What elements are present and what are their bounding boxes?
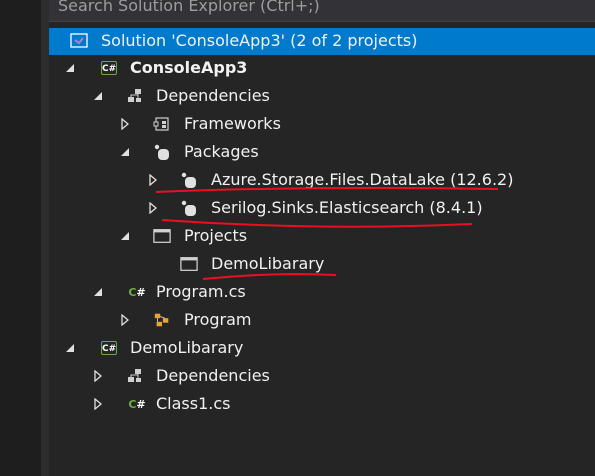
tree-item-label: ConsoleApp3 bbox=[130, 58, 248, 77]
tree-item-program-class[interactable]: Program bbox=[49, 307, 595, 334]
search-box[interactable]: Search Solution Explorer (Ctrl+;) bbox=[49, 0, 595, 22]
tree-item-label: Program.cs bbox=[156, 282, 246, 301]
tree-item-package-azure[interactable]: Azure.Storage.Files.DataLake (12.6.2) bbox=[49, 167, 595, 194]
tree-item-label: Packages bbox=[184, 142, 259, 161]
solution-icon bbox=[70, 32, 88, 50]
expanded-arrow-icon[interactable] bbox=[91, 285, 105, 299]
tree-item-dependencies[interactable]: Dependencies bbox=[49, 363, 595, 390]
class-icon bbox=[153, 311, 171, 329]
tree-item-label: Solution 'ConsoleApp3' (2 of 2 projects) bbox=[101, 31, 418, 50]
tree-item-project-reference-demolibarary[interactable]: DemoLibarary bbox=[49, 251, 595, 278]
collapsed-arrow-icon[interactable] bbox=[146, 201, 160, 215]
collapsed-arrow-icon[interactable] bbox=[146, 173, 160, 187]
expanded-arrow-icon[interactable] bbox=[63, 341, 77, 355]
expanded-arrow-icon[interactable] bbox=[118, 145, 132, 159]
frameworks-icon bbox=[153, 115, 171, 133]
tree-item-label: Class1.cs bbox=[156, 394, 231, 413]
tree-item-label: Serilog.Sinks.Elasticsearch (8.4.1) bbox=[211, 198, 483, 217]
tree-item-label: Dependencies bbox=[156, 86, 270, 105]
dependencies-icon bbox=[126, 367, 144, 385]
tree-item-label: Program bbox=[184, 310, 252, 329]
csharp-file-icon: C# bbox=[128, 397, 146, 411]
project-reference-icon bbox=[153, 227, 171, 245]
csharp-file-icon: C# bbox=[128, 285, 146, 299]
search-placeholder: Search Solution Explorer (Ctrl+;) bbox=[58, 0, 320, 15]
tree-item-label: Frameworks bbox=[184, 114, 281, 133]
collapsed-arrow-icon[interactable] bbox=[91, 397, 105, 411]
csharp-project-icon: C# bbox=[100, 339, 118, 357]
tree-item-program-cs[interactable]: C# Program.cs bbox=[49, 279, 595, 306]
tree-item-label: Azure.Storage.Files.DataLake (12.6.2) bbox=[211, 170, 514, 189]
panel-splitter[interactable] bbox=[41, 0, 49, 476]
expanded-arrow-icon[interactable] bbox=[63, 61, 77, 75]
expanded-arrow-icon[interactable] bbox=[118, 229, 132, 243]
tree-item-project-demolibarary[interactable]: C# DemoLibarary bbox=[49, 335, 595, 362]
editor-area-edge bbox=[0, 0, 41, 476]
tree-item-label: Projects bbox=[184, 226, 248, 245]
nuget-package-icon bbox=[153, 143, 171, 161]
tree-item-label: DemoLibarary bbox=[211, 254, 325, 273]
tree-item-class1-cs[interactable]: C# Class1.cs bbox=[49, 391, 595, 418]
project-reference-icon bbox=[180, 255, 198, 273]
tree-item-project-consoleapp3[interactable]: C# ConsoleApp3 bbox=[49, 55, 595, 82]
collapsed-arrow-icon[interactable] bbox=[91, 369, 105, 383]
collapsed-arrow-icon[interactable] bbox=[118, 117, 132, 131]
nuget-package-icon bbox=[180, 171, 198, 189]
expanded-arrow-icon[interactable] bbox=[91, 89, 105, 103]
tree-item-packages[interactable]: Packages bbox=[49, 139, 595, 166]
tree-item-projects[interactable]: Projects bbox=[49, 223, 595, 250]
nuget-package-icon bbox=[180, 199, 198, 217]
tree-item-label: Dependencies bbox=[156, 366, 270, 385]
tree-item-solution[interactable]: Solution 'ConsoleApp3' (2 of 2 projects) bbox=[49, 28, 595, 55]
dependencies-icon bbox=[126, 87, 144, 105]
tree-item-dependencies[interactable]: Dependencies bbox=[49, 83, 595, 110]
collapsed-arrow-icon[interactable] bbox=[118, 313, 132, 327]
tree-item-package-serilog[interactable]: Serilog.Sinks.Elasticsearch (8.4.1) bbox=[49, 195, 595, 222]
tree-item-frameworks[interactable]: Frameworks bbox=[49, 111, 595, 138]
csharp-project-icon: C# bbox=[100, 59, 118, 77]
tree-item-label: DemoLibarary bbox=[130, 338, 244, 357]
